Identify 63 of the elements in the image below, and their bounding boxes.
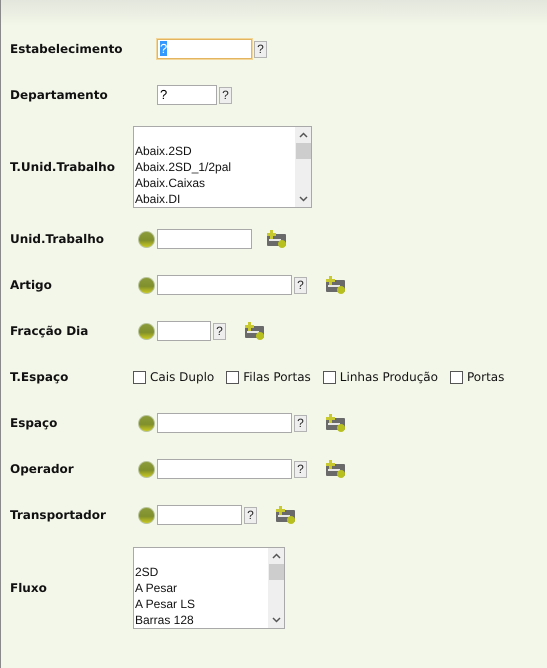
- input-field[interactable]: ?: [157, 85, 217, 105]
- checkbox-label: Linhas Produção: [340, 370, 438, 384]
- scrollbar[interactable]: [268, 548, 284, 628]
- scrollbar-thumb[interactable]: [268, 564, 284, 580]
- scrollbar[interactable]: [295, 127, 311, 207]
- status-dot-icon: [138, 322, 155, 340]
- list-box[interactable]: Abaix.2SD Abaix.2SD_1/2pal Abaix.Caixas Abaix.DI: [133, 126, 312, 208]
- help-button[interactable]: ?: [219, 86, 232, 104]
- status-dot-icon: [138, 460, 155, 478]
- list-option[interactable]: Abaix.DI: [135, 191, 295, 207]
- input-field[interactable]: [157, 321, 211, 341]
- help-button[interactable]: ?: [294, 276, 307, 294]
- scroll-down-icon[interactable]: [270, 615, 282, 625]
- checkbox-label: Portas: [467, 370, 504, 384]
- list-option[interactable]: A Pesar: [135, 580, 268, 596]
- input-field[interactable]: [157, 505, 242, 525]
- input-field[interactable]: [157, 413, 292, 433]
- list-option[interactable]: Barras 128: [135, 612, 268, 628]
- input-field[interactable]: [157, 229, 252, 249]
- list-option[interactable]: A Pesar LS: [135, 596, 268, 612]
- input-field[interactable]: [157, 459, 292, 479]
- list-box[interactable]: 2SD A Pesar A Pesar LS Barras 128: [133, 547, 285, 629]
- checkbox-label: Filas Portas: [243, 370, 311, 384]
- checkbox[interactable]: [322, 370, 336, 384]
- field-label: Operador: [10, 462, 75, 476]
- checkbox[interactable]: [450, 370, 463, 384]
- list-option[interactable]: Abaix.Caixas: [135, 175, 295, 191]
- scroll-up-icon[interactable]: [298, 130, 308, 140]
- scroll-up-icon[interactable]: [270, 551, 282, 561]
- help-button[interactable]: ?: [254, 40, 267, 58]
- add-list-icon[interactable]: [325, 459, 347, 479]
- field-label: T.Unid.Trabalho: [10, 160, 116, 174]
- list-option[interactable]: Abaix.2SD_1/2pal: [135, 159, 295, 175]
- add-list-icon[interactable]: [266, 229, 288, 249]
- field-label: Departamento: [10, 88, 109, 102]
- status-dot-icon: [138, 230, 155, 248]
- checkbox-label: Cais Duplo: [150, 370, 214, 384]
- help-button[interactable]: ?: [213, 322, 226, 340]
- status-dot-icon: [138, 276, 155, 294]
- add-list-icon[interactable]: [325, 413, 347, 433]
- status-dot-icon: [138, 506, 155, 524]
- help-button[interactable]: ?: [244, 506, 257, 524]
- field-label: Espaço: [10, 416, 58, 430]
- scroll-down-icon[interactable]: [298, 194, 308, 204]
- list-option[interactable]: 2SD: [135, 564, 268, 580]
- checkbox[interactable]: [133, 370, 146, 384]
- add-list-icon[interactable]: [325, 275, 347, 295]
- help-button[interactable]: ?: [294, 414, 307, 432]
- field-label: Fracção Dia: [10, 324, 90, 338]
- help-button[interactable]: ?: [294, 460, 307, 478]
- add-list-icon[interactable]: [275, 505, 297, 525]
- scrollbar-thumb[interactable]: [296, 143, 310, 159]
- field-label: Estabelecimento: [10, 42, 124, 56]
- add-list-icon[interactable]: [244, 321, 266, 341]
- input-field[interactable]: [157, 275, 292, 295]
- checkbox[interactable]: [226, 370, 240, 384]
- list-option[interactable]: Abaix.2SD: [135, 143, 295, 159]
- field-label: Fluxo: [10, 581, 48, 595]
- field-label: Unid.Trabalho: [10, 232, 106, 246]
- status-dot-icon: [138, 414, 155, 432]
- field-label: Transportador: [10, 508, 107, 522]
- field-label: T.Espaço: [10, 370, 70, 384]
- field-label: Artigo: [10, 278, 53, 292]
